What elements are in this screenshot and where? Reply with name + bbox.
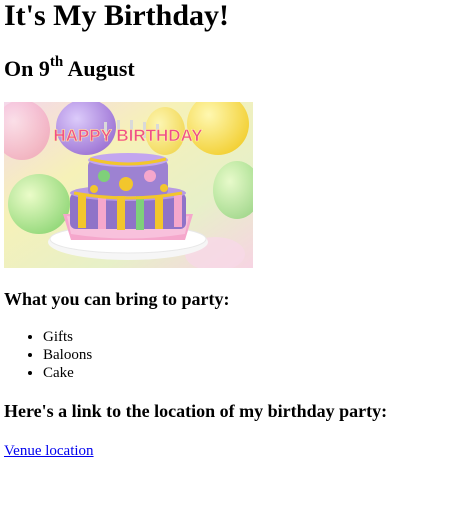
party-date-heading: On 9th August <box>4 53 445 82</box>
party-date-prefix: On 9 <box>4 56 50 81</box>
bring-heading: What you can bring to party: <box>4 289 230 309</box>
venue-location-link[interactable]: Venue location <box>4 442 94 460</box>
bring-item-cake: Cake <box>43 364 445 382</box>
happy-birthday-cake-text: HAPPY BIRTHDAY <box>53 126 203 145</box>
bring-item-gifts: Gifts <box>43 328 445 346</box>
bring-list: Gifts Baloons Cake <box>4 328 445 382</box>
location-heading: Here's a link to the location of my birt… <box>4 401 388 421</box>
birthday-cake-image: HAPPY BIRTHDAY <box>4 102 253 268</box>
party-date-ordinal: th <box>49 53 64 70</box>
page-content: It's My Birthday! On 9th August HAPPY BI… <box>0 0 449 460</box>
party-date-month: August <box>67 56 135 81</box>
page-title: It's My Birthday! <box>4 0 229 32</box>
bring-item-baloons: Baloons <box>43 346 445 364</box>
